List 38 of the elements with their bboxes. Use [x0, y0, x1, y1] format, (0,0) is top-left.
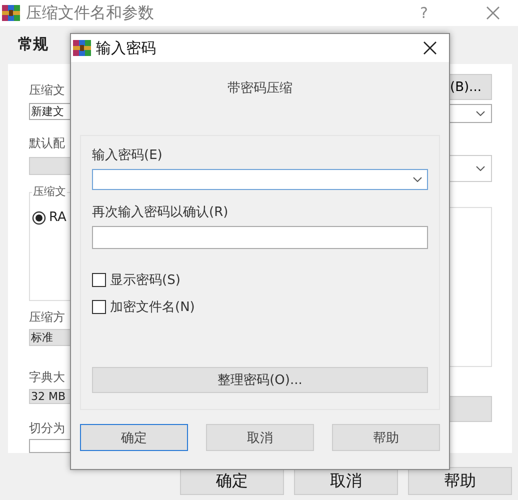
field-label: 字典大 — [29, 369, 66, 386]
field-label: 压缩方 — [29, 309, 66, 326]
split-dropdown[interactable] — [450, 396, 492, 422]
split-field[interactable] — [29, 439, 70, 454]
app-icon — [73, 40, 91, 56]
dialog-heading: 带密码压缩 — [226, 80, 294, 95]
filename-field[interactable]: 新建文 — [29, 103, 70, 120]
method-dropdown[interactable]: 标准 — [29, 329, 70, 346]
dialog-button[interactable]: 帮助 — [408, 467, 512, 495]
caret-icon — [476, 166, 485, 171]
field-label: 输入密码(E) — [92, 147, 164, 164]
dialog-title: 输入密码 — [96, 38, 156, 58]
checkbox[interactable]: 显示密码(S) — [92, 271, 428, 289]
checkbox[interactable]: 加密文件名(N) — [92, 298, 428, 316]
radio-button[interactable]: RA — [32, 210, 70, 226]
caret-icon — [476, 111, 485, 116]
confirm-password-field[interactable] — [92, 226, 428, 249]
help-button[interactable]: ? — [420, 4, 428, 22]
app-icon — [2, 5, 20, 21]
dictionary-dropdown[interactable]: 32 MB — [29, 389, 70, 404]
password-field[interactable] — [92, 169, 428, 190]
dialog-button[interactable]: 取消 — [206, 424, 314, 451]
browse-button[interactable]: (B)... — [450, 74, 492, 100]
field-label: 压缩文 — [29, 82, 66, 98]
radio-icon — [32, 210, 46, 225]
window-title: 压缩文件名和参数 — [26, 2, 154, 24]
caret-icon — [413, 177, 422, 182]
close-icon[interactable] — [423, 41, 437, 55]
dialog-button[interactable]: 确定 — [80, 424, 188, 451]
tab[interactable]: 常规 — [8, 35, 58, 64]
profile-dropdown[interactable] — [29, 157, 70, 176]
field-label: 再次输入密码以确认(R) — [92, 204, 230, 221]
organize-passwords-button[interactable]: 整理密码(O)... — [92, 367, 428, 393]
dialog-button[interactable]: 帮助 — [332, 424, 440, 451]
field-label: 切分为 — [29, 420, 66, 436]
filename-dropdown[interactable] — [450, 104, 492, 123]
field-label: 默认配 — [29, 135, 66, 151]
profile-dropdown[interactable] — [450, 155, 492, 182]
